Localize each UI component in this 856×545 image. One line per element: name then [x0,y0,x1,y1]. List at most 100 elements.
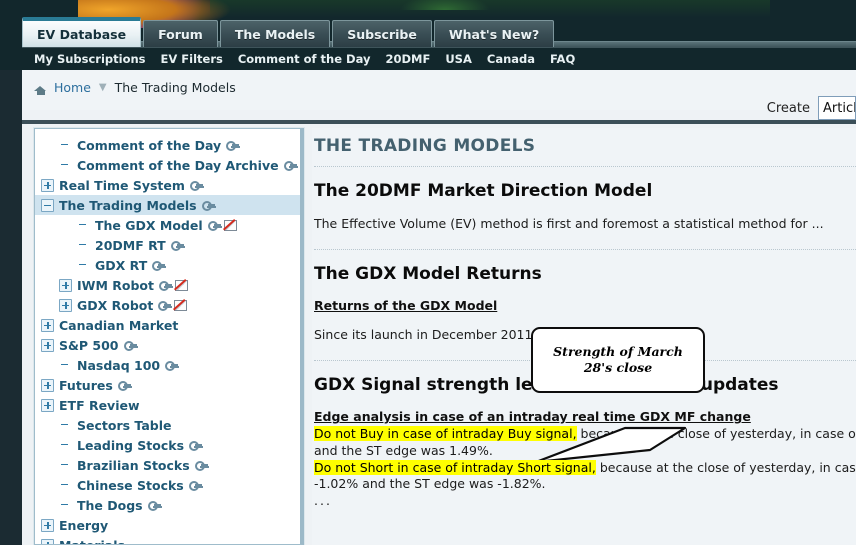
divider [314,249,856,251]
sidebar-item-chinese-stocks[interactable]: Chinese Stocks [35,475,300,495]
link-returns-of-the-gdx-model[interactable]: Returns of the GDX Model [314,298,856,313]
sidebar-item-comment-of-the-day[interactable]: Comment of the Day [35,135,300,155]
sidebar-item-brazilian-stocks[interactable]: Brazilian Stocks [35,455,300,475]
collapse-icon[interactable] [41,198,54,212]
sidebar-item-energy[interactable]: Energy [35,515,300,535]
tree-spacer [59,139,72,152]
sidebar-item-leading-stocks[interactable]: Leading Stocks [35,435,300,455]
create-type-select[interactable]: Article [818,96,856,120]
subnav-item-ev-filters[interactable]: EV Filters [161,52,223,66]
subnav-item-usa[interactable]: USA [445,52,472,66]
sidebar-tree-panel: Comment of the Day Comment of the Day Arc… [34,128,304,545]
key-icon [158,281,172,291]
sidebar-item-label: Materials [59,537,125,545]
breadcrumb: Home ▼ The Trading Models [34,80,236,95]
tree-spacer [59,159,72,172]
expand-icon[interactable] [41,378,54,392]
tree-spacer [77,259,90,272]
tree-spacer [59,499,72,512]
sidebar-item-label: GDX Robot [77,297,154,313]
expand-icon[interactable] [41,318,54,332]
tab-forum[interactable]: Forum [143,20,218,47]
sidebar-item-label: 20DMF RT [95,237,166,253]
sidebar-item-futures[interactable]: Futures [35,375,300,395]
sidebar-item-etf-review[interactable]: ETF Review [35,395,300,415]
expand-icon[interactable] [41,398,54,412]
sidebar-item-label: GDX RT [95,257,148,273]
page-root: EV Database Forum The Models Subscribe W… [0,0,856,545]
sidebar-item-gdx-robot[interactable]: GDX Robot [35,295,300,315]
breadcrumb-home-link[interactable]: Home [54,80,91,95]
key-icon [152,261,166,271]
expand-icon[interactable] [41,538,54,544]
sidebar-item-materials[interactable]: Materials [35,535,300,545]
sidebar-item-the-dogs[interactable]: The Dogs [35,495,300,515]
sidebar-item-label: Chinese Stocks [77,477,184,493]
sidebar-item-sectors-table[interactable]: Sectors Table [35,415,300,435]
tree-spacer [59,439,72,452]
key-icon [189,181,203,191]
key-icon [201,201,215,211]
subnav-item-canada[interactable]: Canada [487,52,535,66]
sidebar-tree: Comment of the Day Comment of the Day Arc… [35,129,300,545]
sidebar-item-label: Futures [59,377,113,393]
key-icon [207,221,221,231]
key-icon [158,301,172,311]
key-icon [189,441,203,451]
tree-spacer [77,239,90,252]
heading-20dmf-model: The 20DMF Market Direction Model [314,181,653,201]
expand-icon[interactable] [41,518,54,532]
heading-gdx-model-returns: The GDX Model Returns [314,264,542,285]
chevron-down-icon: ▼ [98,82,107,93]
sidebar-item-the-gdx-model[interactable]: The GDX Model [35,215,300,235]
key-icon [165,361,179,371]
short-rest-1: because at the close of yesterday, in ca… [599,459,856,475]
primary-tab-bar: EV Database Forum The Models Subscribe W… [22,17,556,47]
sidebar-item-label: Comment of the Day [77,137,222,153]
expand-icon[interactable] [41,338,54,352]
book-restricted-icon [174,279,188,291]
expand-icon[interactable] [41,178,54,192]
breadcrumb-current: The Trading Models [114,80,236,95]
subnav-item-comment-of-the-day[interactable]: Comment of the Day [238,52,371,66]
tree-spacer [77,219,90,232]
key-icon [117,381,131,391]
left-rail [0,70,22,545]
sidebar-item-label: The GDX Model [95,217,203,233]
sidebar-item-iwm-robot[interactable]: IWM Robot [35,275,300,295]
sidebar-item-comment-of-the-day-archive[interactable]: Comment of the Day Archive [35,155,300,175]
masthead-banner-graphic-tertiary [400,0,490,10]
callout-bubble: Strength of March 28's close [531,327,705,393]
sidebar-item-the-trading-models[interactable]: The Trading Models [35,195,300,215]
sidebar-item-real-time-system[interactable]: Real Time System [35,175,300,195]
ellipsis-more: ... [314,492,332,508]
key-icon [188,481,202,491]
sidebar-item-20dmf-rt[interactable]: 20DMF RT [35,235,300,255]
create-type-value: Article [823,100,855,116]
subnav-item-my-subscriptions[interactable]: My Subscriptions [34,52,146,66]
content-top-divider [22,120,856,124]
sidebar-item-label: The Trading Models [59,197,197,213]
sidebar-item-gdx-rt[interactable]: GDX RT [35,255,300,275]
key-icon [226,141,240,151]
expand-icon[interactable] [59,298,72,312]
subnav-item-faq[interactable]: FAQ [550,52,575,66]
sidebar-item-s-p-500[interactable]: S&P 500 [35,335,300,355]
short-highlight: Do not Short in case of intraday Short s… [314,459,596,475]
tab-subscribe[interactable]: Subscribe [332,20,432,47]
sidebar-item-label: Nasdaq 100 [77,357,161,373]
paragraph-short-signal: Do not Short in case of intraday Short s… [314,459,856,493]
tab-label: The Models [234,26,316,42]
sidebar-item-label: IWM Robot [77,277,154,293]
sidebar-item-canadian-market[interactable]: Canadian Market [35,315,300,335]
sidebar-item-nasdaq-100[interactable]: Nasdaq 100 [35,355,300,375]
sidebar-item-label: Leading Stocks [77,437,185,453]
home-icon [34,82,47,95]
tree-spacer [59,359,72,372]
subnav-item-20dmf[interactable]: 20DMF [385,52,430,66]
tab-ev-database[interactable]: EV Database [22,17,142,47]
expand-icon[interactable] [59,278,72,292]
tab-whats-new[interactable]: What's New? [433,20,555,47]
tab-the-models[interactable]: The Models [219,20,331,47]
create-control-row: Create Article [767,96,856,120]
